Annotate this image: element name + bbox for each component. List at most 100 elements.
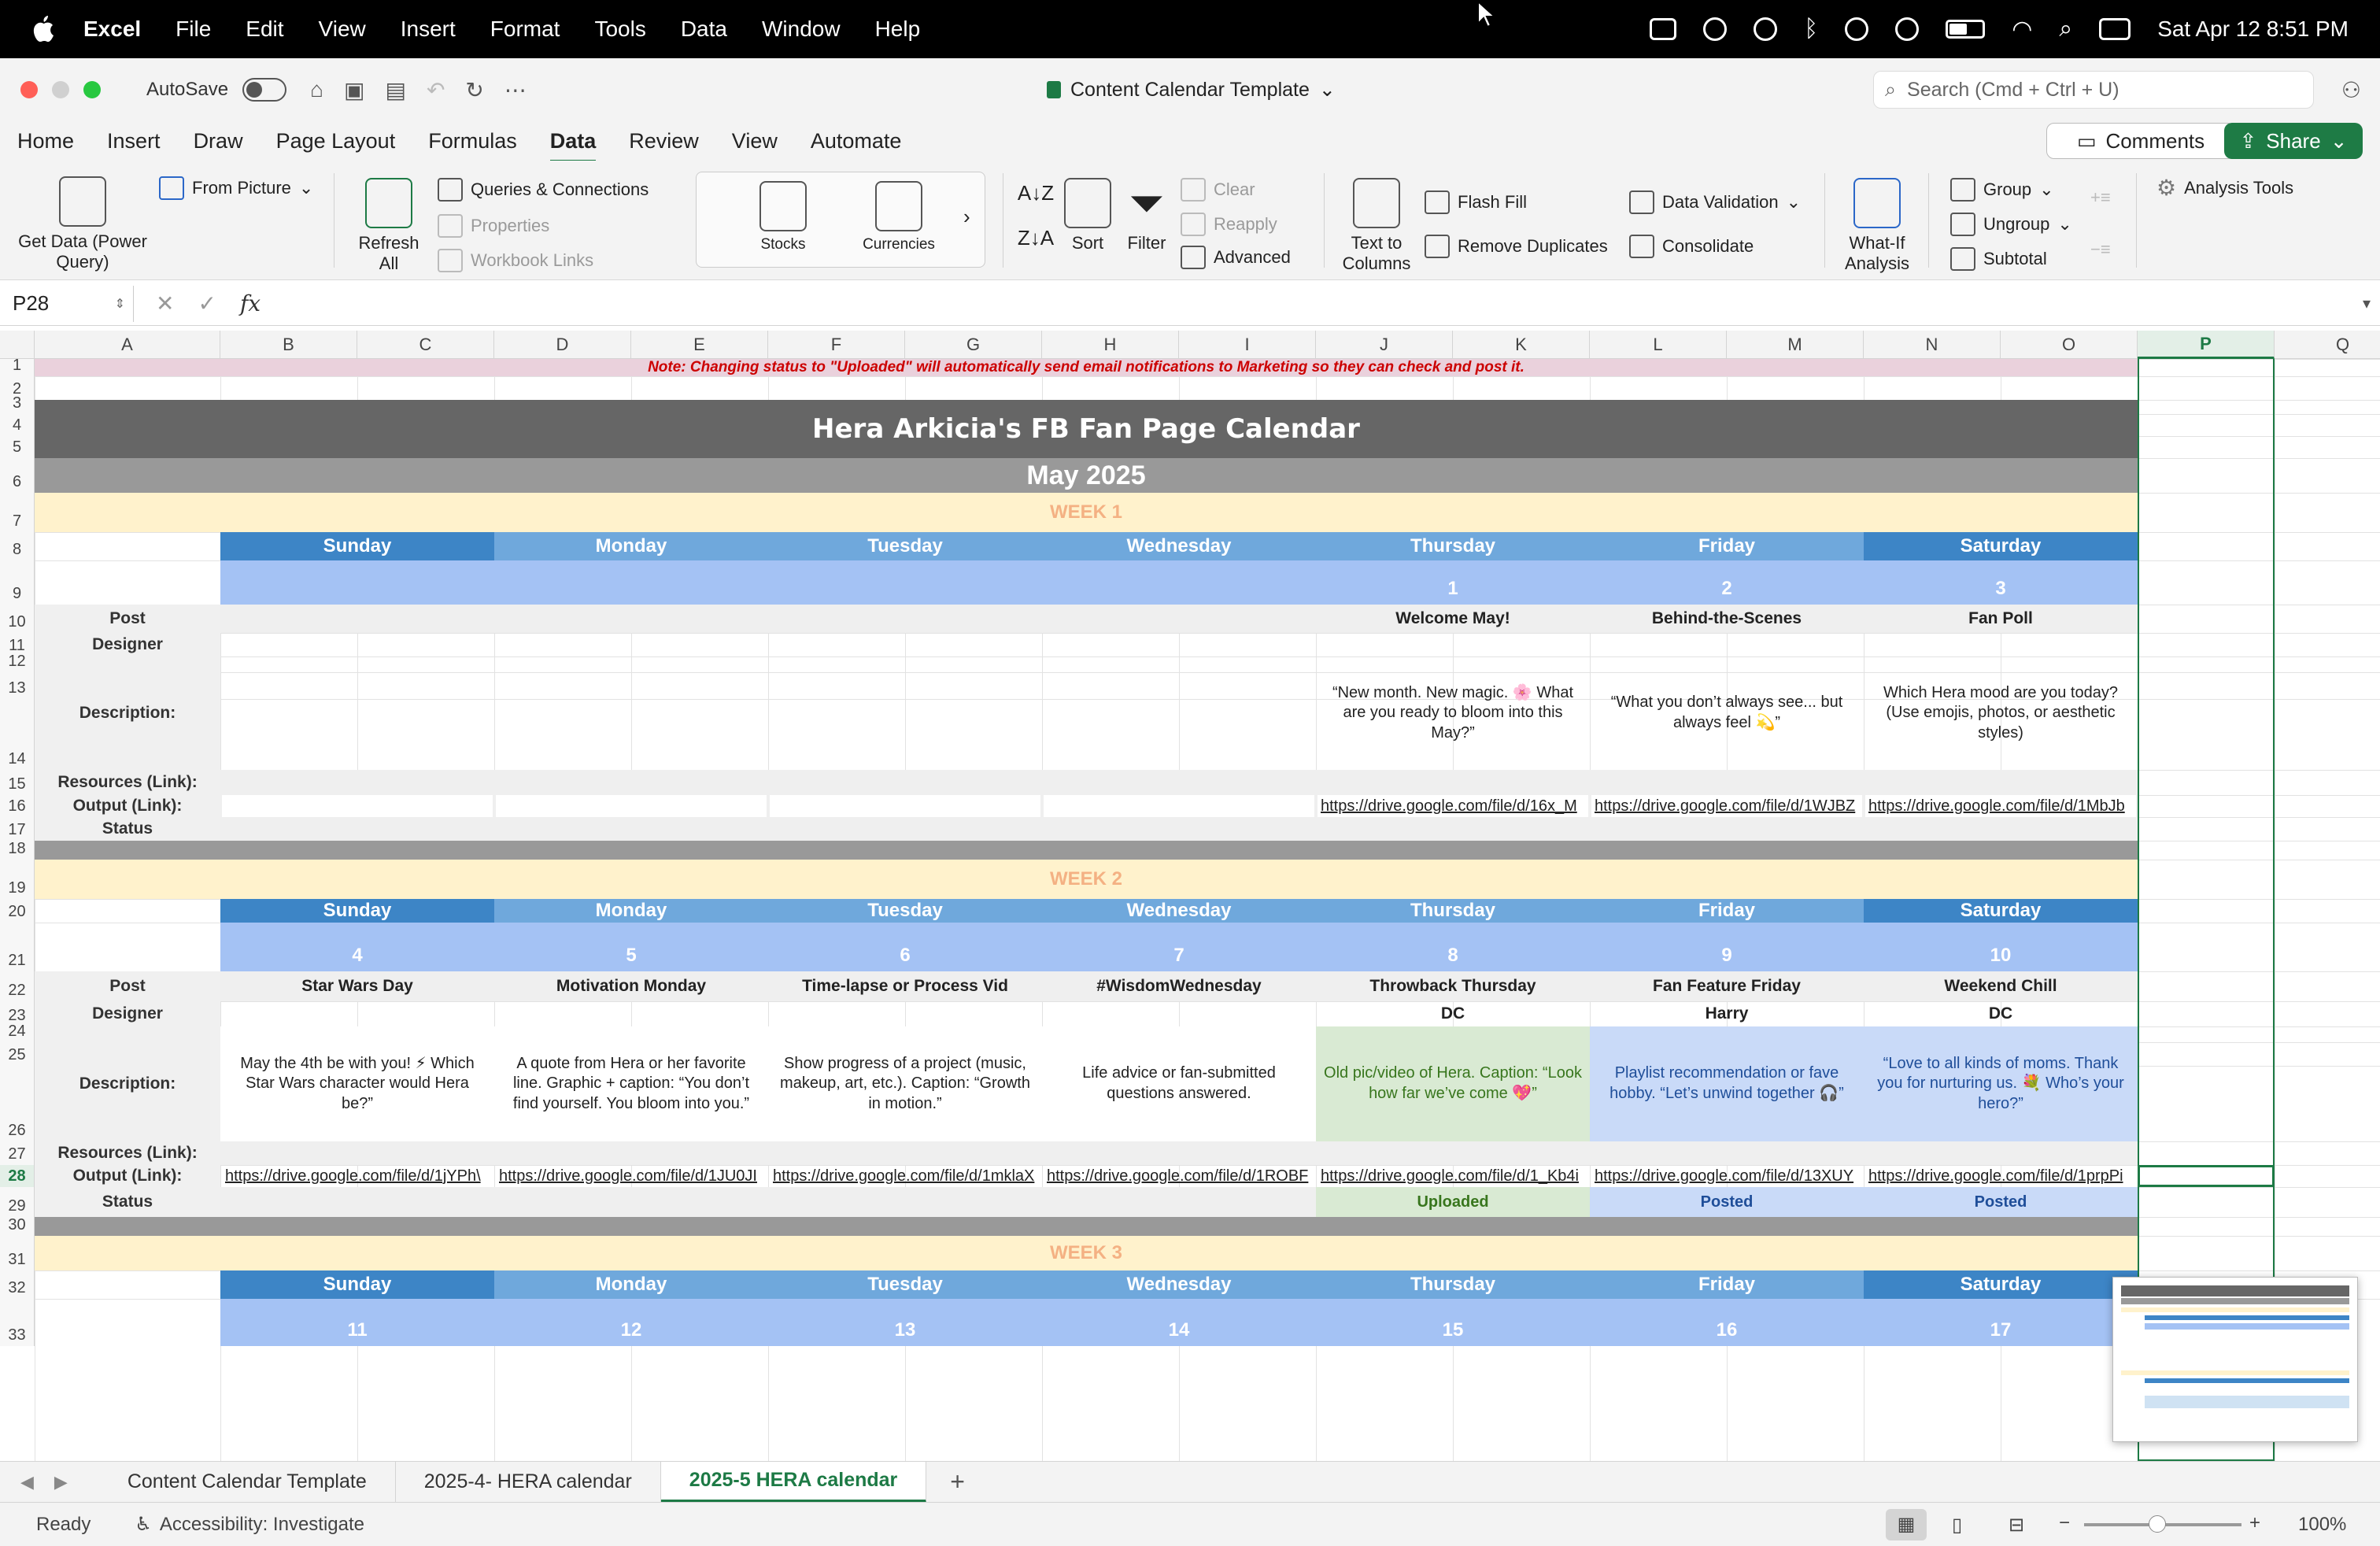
- creative-cloud-icon[interactable]: [1703, 17, 1728, 41]
- date-number[interactable]: 1: [1316, 560, 1590, 605]
- sheet-tab-2025-5-hera[interactable]: 2025-5 HERA calendar: [660, 1461, 927, 1503]
- save-icon[interactable]: ▣: [344, 77, 364, 103]
- column-header[interactable]: J: [1316, 331, 1453, 359]
- subtotal-button[interactable]: Subtotal: [1950, 247, 2047, 271]
- remove-duplicates-button[interactable]: Remove Duplicates: [1425, 235, 1608, 258]
- menu-edit[interactable]: Edit: [246, 17, 283, 42]
- currencies-button[interactable]: Currencies: [859, 181, 938, 253]
- row-header[interactable]: 12: [0, 653, 35, 672]
- tab-data[interactable]: Data: [549, 129, 596, 163]
- row-header[interactable]: 1: [0, 357, 35, 376]
- date-number[interactable]: 8: [1316, 923, 1590, 971]
- column-header[interactable]: B: [220, 331, 357, 359]
- menu-help[interactable]: Help: [875, 17, 921, 42]
- date-number[interactable]: 11: [220, 1299, 494, 1346]
- zoom-slider-knob[interactable]: [2149, 1515, 2166, 1533]
- row-header[interactable]: 4: [0, 414, 35, 436]
- menu-app-name[interactable]: Excel: [83, 17, 141, 42]
- menu-data[interactable]: Data: [681, 17, 727, 42]
- date-number[interactable]: 6: [768, 923, 1042, 971]
- row-header[interactable]: 15: [0, 770, 35, 795]
- column-header[interactable]: C: [357, 331, 494, 359]
- wifi-icon[interactable]: ◠: [2012, 16, 2032, 43]
- screen-mirror-icon[interactable]: [1650, 18, 1677, 40]
- redo-icon[interactable]: ↻: [465, 77, 483, 103]
- tab-view[interactable]: View: [732, 129, 778, 153]
- group-button[interactable]: Group ⌄: [1950, 178, 2054, 202]
- tab-insert[interactable]: Insert: [107, 129, 161, 153]
- date-number[interactable]: 5: [494, 923, 768, 971]
- output-link[interactable]: https://drive.google.com/file/d/1MbJb: [1864, 795, 2138, 817]
- row-header[interactable]: 22: [0, 971, 35, 1001]
- output-link[interactable]: https://drive.google.com/file/d/1prpPi: [1864, 1165, 2138, 1187]
- output-link[interactable]: [1042, 795, 1316, 817]
- accessibility-status[interactable]: Accessibility: Investigate: [160, 1514, 364, 1536]
- filter-button[interactable]: ⏷ Filter: [1121, 178, 1173, 253]
- row-header[interactable]: 20: [0, 899, 35, 923]
- sheet-tab-content-calendar-template[interactable]: Content Calendar Template: [99, 1461, 396, 1503]
- status-cell[interactable]: Posted: [1590, 1187, 1864, 1217]
- control-center-icon[interactable]: [2099, 18, 2131, 40]
- bluetooth-icon[interactable]: ᛒ: [1804, 16, 1818, 43]
- row-header[interactable]: 17: [0, 817, 35, 841]
- menu-tools[interactable]: Tools: [594, 17, 645, 42]
- row-header[interactable]: 26: [0, 1066, 35, 1141]
- status-cell[interactable]: [220, 1187, 494, 1217]
- prev-sheet-icon[interactable]: ◀: [20, 1472, 34, 1492]
- row-header[interactable]: 5: [0, 436, 35, 458]
- row-header[interactable]: 28: [0, 1165, 35, 1187]
- clear-button[interactable]: Clear: [1181, 178, 1255, 202]
- tab-draw[interactable]: Draw: [194, 129, 243, 153]
- sort-button[interactable]: Sort: [1064, 178, 1111, 253]
- menu-file[interactable]: File: [176, 17, 211, 42]
- date-number[interactable]: 10: [1864, 923, 2138, 971]
- workbook-links-button[interactable]: Workbook Links: [438, 249, 593, 272]
- row-header[interactable]: 8: [0, 532, 35, 560]
- date-number[interactable]: [1042, 560, 1316, 605]
- close-window-button[interactable]: [20, 81, 38, 98]
- row-header[interactable]: 29: [0, 1187, 35, 1217]
- name-box[interactable]: P28 ⇕: [0, 285, 134, 322]
- row-header[interactable]: 33: [0, 1299, 35, 1346]
- add-sheet-icon[interactable]: +: [950, 1467, 965, 1496]
- select-all-corner[interactable]: [0, 331, 35, 359]
- row-header[interactable]: 31: [0, 1236, 35, 1270]
- output-link[interactable]: https://drive.google.com/file/d/1ROBF: [1042, 1165, 1316, 1187]
- accessibility-icon[interactable]: ♿: [135, 1513, 152, 1536]
- date-number[interactable]: 13: [768, 1299, 1042, 1346]
- zoom-level[interactable]: 100%: [2298, 1514, 2346, 1536]
- more-options-icon[interactable]: ⋯: [504, 77, 527, 103]
- stocks-button[interactable]: Stocks: [748, 181, 819, 253]
- gallery-next-icon[interactable]: ›: [963, 205, 970, 229]
- airdrop-icon[interactable]: [1754, 17, 1778, 41]
- date-number[interactable]: 17: [1864, 1299, 2138, 1346]
- minimize-window-button[interactable]: [52, 81, 69, 98]
- row-header[interactable]: 6: [0, 458, 35, 493]
- row-header[interactable]: 30: [0, 1216, 35, 1236]
- column-header[interactable]: E: [631, 331, 768, 359]
- tab-review[interactable]: Review: [629, 129, 699, 153]
- share-button[interactable]: ⇪ Share ⌄: [2224, 123, 2363, 159]
- row-header[interactable]: 24: [0, 1023, 35, 1042]
- menu-format[interactable]: Format: [490, 17, 560, 42]
- output-link[interactable]: https://drive.google.com/file/d/1WJBZ: [1590, 795, 1864, 817]
- row-header[interactable]: 19: [0, 860, 35, 899]
- play-icon[interactable]: [1845, 17, 1869, 41]
- zoom-window-button[interactable]: [83, 81, 101, 98]
- output-link[interactable]: [220, 795, 494, 817]
- tab-page-layout[interactable]: Page Layout: [276, 129, 396, 153]
- page-break-view-icon[interactable]: ⊟: [2009, 1514, 2024, 1537]
- status-cell[interactable]: Posted: [1864, 1187, 2138, 1217]
- status-cell[interactable]: [494, 1187, 768, 1217]
- output-link[interactable]: https://drive.google.com/file/d/1mklaX: [768, 1165, 1042, 1187]
- row-header[interactable]: 16: [0, 795, 35, 817]
- column-header[interactable]: M: [1727, 331, 1864, 359]
- date-number[interactable]: 2: [1590, 560, 1864, 605]
- text-to-columns-button[interactable]: Text to Columns: [1333, 178, 1420, 274]
- column-header[interactable]: F: [768, 331, 905, 359]
- normal-view-icon[interactable]: ▦: [1886, 1509, 1927, 1540]
- show-detail-icon[interactable]: +≡: [2090, 187, 2111, 208]
- column-header[interactable]: K: [1453, 331, 1590, 359]
- advanced-filter-button[interactable]: Advanced: [1181, 246, 1291, 269]
- status-cell[interactable]: [1042, 1187, 1316, 1217]
